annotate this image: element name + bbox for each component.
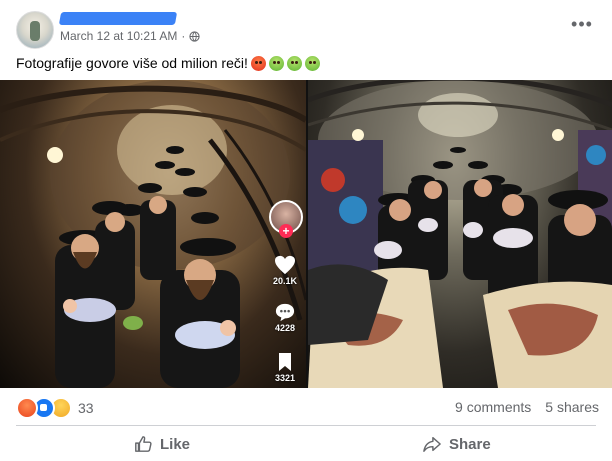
more-options-button[interactable]: ••• bbox=[568, 14, 596, 38]
reaction-count: 33 bbox=[78, 400, 94, 416]
photo-tunnel-right[interactable] bbox=[308, 80, 612, 388]
footer-divider bbox=[16, 425, 596, 426]
thumbs-up-icon bbox=[135, 436, 152, 452]
post-meta: March 12 at 10:21 AM · bbox=[60, 29, 201, 43]
more-dots-icon: ••• bbox=[571, 14, 593, 34]
profile-avatar[interactable] bbox=[16, 11, 54, 49]
redacted-author-name bbox=[58, 12, 178, 25]
bookmark-icon bbox=[279, 353, 291, 371]
angry-face-emoji bbox=[250, 55, 266, 71]
tiktok-like-action[interactable]: 20.1K bbox=[268, 255, 302, 286]
nauseated-face-emoji bbox=[286, 55, 302, 71]
share-label: Share bbox=[449, 435, 491, 453]
caption-text: Fotografije govore više od milion reči! bbox=[16, 55, 248, 71]
like-count: 20.1K bbox=[272, 276, 298, 286]
comment-count: 4228 bbox=[274, 323, 296, 333]
post-timestamp[interactable]: March 12 at 10:21 AM bbox=[60, 29, 177, 43]
tunnel-scene-left bbox=[0, 80, 306, 388]
post-caption: Fotografije govore više od milion reči! bbox=[16, 55, 320, 71]
comments-count-link[interactable]: 9 comments bbox=[455, 399, 531, 415]
like-label: Like bbox=[160, 435, 191, 453]
reactions-summary[interactable]: 33 bbox=[16, 397, 94, 419]
comment-bubble-icon bbox=[275, 303, 295, 322]
tunnel-scene-right bbox=[308, 80, 612, 388]
facebook-post: March 12 at 10:21 AM · ••• Fotografije g… bbox=[0, 0, 612, 461]
post-media[interactable]: + 20.1K 4228 3321 bbox=[0, 80, 612, 388]
photo-tunnel-left[interactable]: + 20.1K 4228 3321 bbox=[0, 80, 306, 388]
nauseated-face-emoji bbox=[268, 55, 284, 71]
post-actions: Like Share bbox=[0, 431, 612, 457]
globe-icon bbox=[189, 30, 201, 42]
like-button[interactable]: Like bbox=[134, 431, 190, 457]
heart-icon bbox=[275, 255, 295, 275]
share-arrow-icon bbox=[423, 436, 441, 452]
share-button[interactable]: Share bbox=[423, 431, 491, 457]
nauseated-face-emoji bbox=[304, 55, 320, 71]
shares-count-link[interactable]: 5 shares bbox=[545, 399, 599, 415]
bookmark-count: 3321 bbox=[274, 373, 296, 383]
follow-plus-icon[interactable]: + bbox=[279, 224, 293, 238]
tiktok-bookmark-action[interactable]: 3321 bbox=[268, 352, 302, 383]
meta-separator: · bbox=[181, 29, 186, 43]
tiktok-comment-action[interactable]: 4228 bbox=[268, 302, 302, 333]
engagement-stats: 9 comments 5 shares bbox=[455, 399, 599, 415]
angry-reaction-icon bbox=[16, 397, 38, 419]
